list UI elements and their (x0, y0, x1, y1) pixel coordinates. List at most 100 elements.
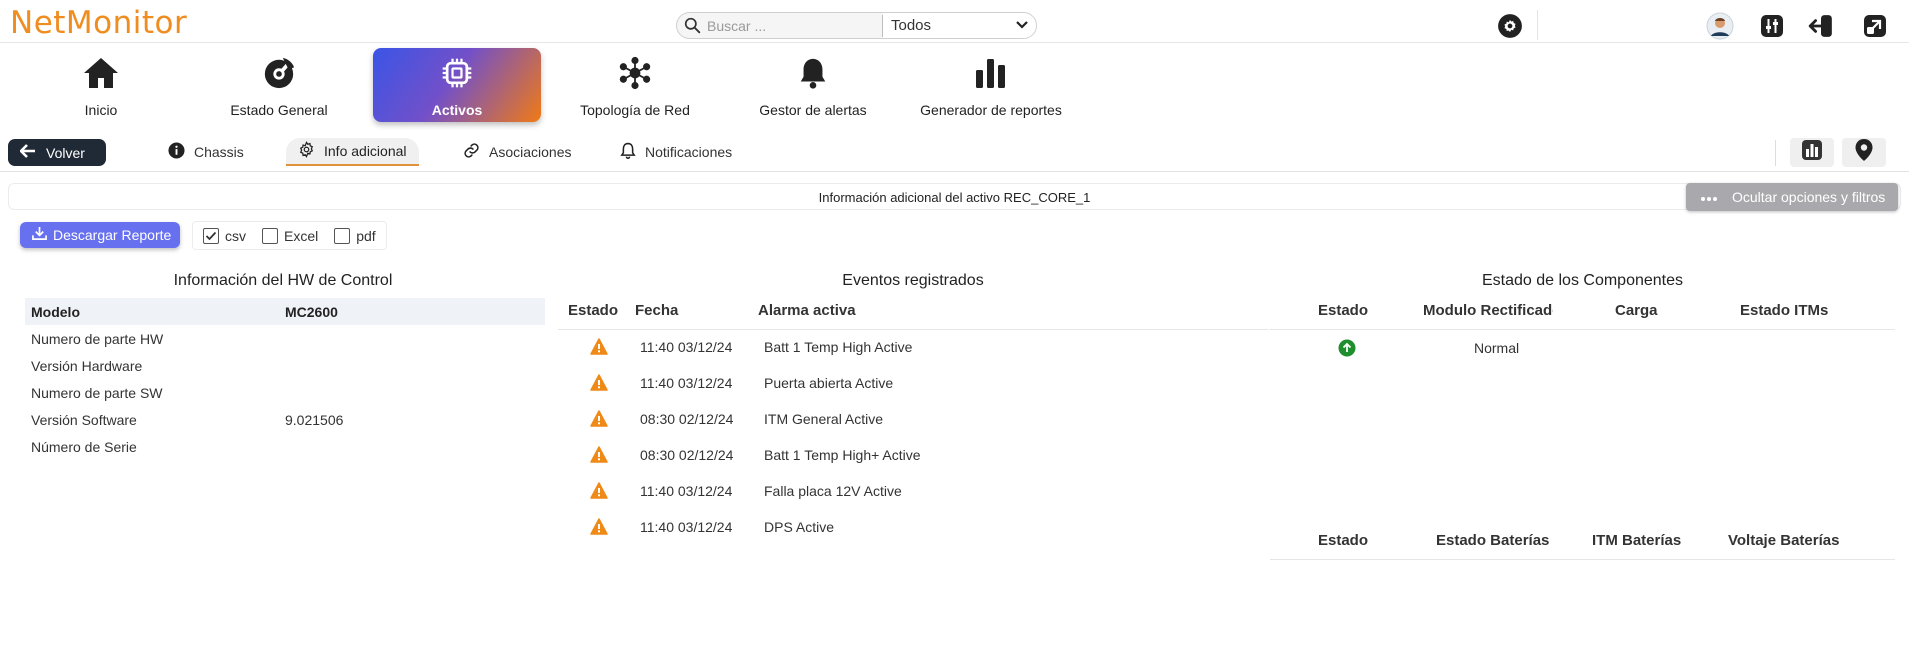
arrow-left-icon (19, 144, 36, 161)
search-icon[interactable] (677, 17, 707, 34)
event-alarm: Batt 1 Temp High+ Active (764, 447, 921, 463)
tab-label: Asociaciones (489, 144, 572, 160)
logout-icon[interactable] (1807, 12, 1835, 40)
column-header-modulo: Modulo Rectificador (1423, 302, 1553, 319)
user-avatar-icon[interactable] (1706, 12, 1734, 40)
more-dots-icon (1700, 189, 1718, 205)
bell-icon (796, 56, 830, 95)
asset-info-title: Información adicional del activo REC_COR… (818, 190, 1091, 205)
warning-icon (590, 338, 608, 358)
nav-topologia-de-red[interactable]: Topología de Red (551, 48, 719, 122)
column-header-itm-baterias: ITM Baterías (1592, 532, 1682, 549)
warning-icon (590, 482, 608, 502)
column-header-estado: Estado (1318, 302, 1369, 319)
event-alarm: Batt 1 Temp High Active (764, 339, 913, 355)
download-icon (32, 226, 47, 244)
tab-label: Info adicional (324, 143, 407, 159)
format-pdf[interactable]: pdf (334, 227, 376, 244)
home-icon (82, 56, 120, 95)
hw-key: Numero de parte HW (31, 330, 164, 347)
tab-info-adicional[interactable]: Info adicional (286, 138, 419, 166)
checkbox-icon[interactable] (262, 227, 278, 244)
hw-key: Versión Hardware (31, 357, 143, 374)
top-bar: NetMonitor Todos (0, 0, 1909, 43)
component-modulo-value: Normal (1474, 340, 1520, 356)
asset-info-header: Información adicional del activo REC_COR… (8, 183, 1901, 210)
hw-value: 9.021506 (285, 411, 344, 428)
warning-icon (590, 446, 608, 466)
hw-row: Versión Software 9.021506 (25, 406, 545, 433)
event-date: 11:40 03/12/24 (640, 483, 733, 499)
warning-icon (590, 410, 608, 430)
chevron-down-icon (1014, 16, 1030, 36)
chart-view-button[interactable] (1790, 138, 1834, 167)
hw-table: Modelo MC2600 Numero de parte HW Versión… (25, 298, 545, 460)
hide-filters-button[interactable]: Ocultar opciones y filtros (1686, 183, 1898, 211)
location-pin-icon (1854, 138, 1874, 167)
components-panel-title: Estado de los Componentes (1481, 272, 1683, 289)
format-excel[interactable]: Excel (262, 227, 319, 244)
event-date: 11:40 03/12/24 (640, 375, 733, 391)
tab-label: Notificaciones (645, 144, 733, 160)
sub-tabs-row: Volver Chassis Info adicional Asociacion… (0, 134, 1909, 172)
event-row: 11:40 03/12/24 DPS Active (558, 510, 1268, 546)
bar-chart-icon (1801, 139, 1823, 166)
tab-asociaciones[interactable]: Asociaciones (463, 138, 572, 166)
format-label: Excel (284, 227, 319, 244)
tab-label: Chassis (194, 144, 244, 160)
nav-label: Inicio (84, 102, 118, 118)
column-header-voltaje-baterias: Voltaje Baterías (1728, 532, 1840, 549)
hw-row: Número de Serie (25, 433, 545, 460)
hw-panel-title: Información del HW de Control (173, 272, 393, 289)
sliders-icon[interactable] (1758, 12, 1786, 40)
event-row: 08:30 02/12/24 Batt 1 Temp High+ Active (558, 438, 1268, 474)
app-logo[interactable]: NetMonitor (10, 5, 187, 41)
gear-icon (298, 141, 315, 161)
event-date: 08:30 02/12/24 (640, 411, 734, 427)
events-panel-title: Eventos registrados (842, 272, 984, 289)
nav-estado-general[interactable]: Estado General (195, 48, 363, 122)
search-box: Todos (676, 12, 1037, 39)
bell-outline-icon (620, 142, 636, 162)
hw-value: MC2600 (285, 303, 338, 320)
download-report-label: Descargar Reporte (53, 227, 172, 243)
tab-chassis[interactable]: Chassis (168, 138, 244, 166)
battery-table-header: Estado Estado Baterías ITM Baterías Volt… (1270, 530, 1895, 560)
format-csv[interactable]: csv (203, 227, 246, 244)
chip-icon (438, 56, 476, 95)
top-divider (1537, 10, 1538, 40)
tabs-divider (1775, 140, 1776, 166)
nav-label: Gestor de alertas (759, 102, 867, 118)
back-button[interactable]: Volver (8, 139, 106, 166)
bar-chart-icon (974, 56, 1008, 95)
hw-row: Versión Hardware (25, 352, 545, 379)
expand-window-icon[interactable] (1861, 12, 1889, 40)
event-row: 11:40 03/12/24 Batt 1 Temp High Active (558, 330, 1268, 366)
tab-notificaciones[interactable]: Notificaciones (620, 138, 732, 166)
event-alarm: Falla placa 12V Active (764, 483, 902, 499)
settings-gear-icon[interactable] (1496, 12, 1524, 40)
event-alarm: Puerta abierta Active (764, 375, 894, 391)
hw-key: Versión Software (31, 411, 137, 428)
back-button-label: Volver (46, 144, 85, 161)
search-input[interactable] (707, 13, 882, 38)
event-alarm: ITM General Active (764, 411, 884, 427)
search-filter-select[interactable]: Todos (883, 13, 1036, 38)
column-header-carga: Carga (1615, 302, 1658, 319)
event-date: 11:40 03/12/24 (640, 339, 733, 355)
event-date: 11:40 03/12/24 (640, 519, 733, 535)
download-report-button[interactable]: Descargar Reporte (20, 222, 180, 248)
nav-inicio[interactable]: Inicio (17, 48, 185, 122)
nav-activos[interactable]: Activos (373, 48, 541, 122)
nav-label: Activos (431, 102, 483, 118)
network-icon (616, 56, 654, 95)
status-ok-icon (1338, 339, 1356, 362)
nav-gestor-de-alertas[interactable]: Gestor de alertas (729, 48, 897, 122)
checkbox-icon[interactable] (334, 227, 351, 244)
map-view-button[interactable] (1842, 138, 1886, 167)
nav-generador-de-reportes[interactable]: Generador de reportes (907, 48, 1075, 122)
checkbox-checked-icon[interactable] (203, 227, 219, 244)
link-icon (463, 142, 480, 162)
nav-label: Estado General (230, 102, 328, 118)
main-nav: Inicio Estado General Activos Topología … (0, 46, 1909, 126)
